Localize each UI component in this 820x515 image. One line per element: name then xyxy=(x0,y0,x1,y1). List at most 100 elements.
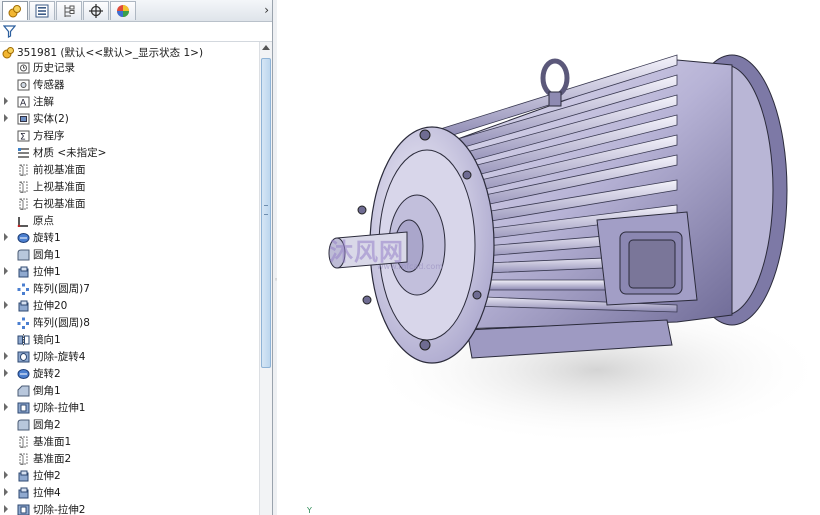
tree-item[interactable]: 圆角2 xyxy=(0,417,258,433)
tree-item[interactable]: 基准面1 xyxy=(0,434,258,450)
expand-arrow-icon[interactable] xyxy=(4,488,8,496)
tree-item[interactable]: 拉伸4 xyxy=(0,485,258,501)
tree-item-label: 拉伸20 xyxy=(33,300,68,312)
expand-arrow-icon[interactable] xyxy=(4,97,8,105)
dimxpert-icon xyxy=(89,4,103,18)
tree-item[interactable]: 传感器 xyxy=(0,77,258,93)
expand-arrow-icon[interactable] xyxy=(4,233,8,241)
tree-item-label: 基准面2 xyxy=(33,453,72,465)
tree-root-part[interactable]: 351981 (默认<<默认>_显示状态 1>) xyxy=(2,44,203,60)
tree-item[interactable]: 旋转2 xyxy=(0,366,258,382)
tree-item[interactable]: 拉伸20 xyxy=(0,298,258,314)
circular-pattern-icon xyxy=(17,283,29,295)
tree-scrollbar[interactable] xyxy=(259,42,272,515)
feature-tree: 351981 (默认<<默认>_显示状态 1>) 历史记录传感器 A 注解实体(2)… xyxy=(0,42,259,515)
history-icon xyxy=(17,62,30,74)
expand-arrow-icon[interactable] xyxy=(4,471,8,479)
cut-extrude-icon xyxy=(17,504,30,515)
extrude-icon xyxy=(18,470,29,482)
tree-item-label: 镜向1 xyxy=(33,334,61,346)
tree-item[interactable]: 前视基准面 xyxy=(0,162,258,178)
tree-item-label: 阵列(圆周)7 xyxy=(33,283,90,295)
graphics-viewport[interactable]: 沐风网 www.mfcad.com Y xyxy=(277,0,820,515)
tree-item[interactable]: 历史记录 xyxy=(0,60,258,76)
tree-item[interactable]: 材质 <未指定> xyxy=(0,145,258,161)
tree-item-label: 切除-旋转4 xyxy=(33,351,86,363)
tree-item[interactable]: 旋转1 xyxy=(0,230,258,246)
plane-icon xyxy=(19,453,28,465)
configuration-manager-icon xyxy=(64,5,75,17)
tree-item-label: 拉伸1 xyxy=(33,266,61,278)
tab-dimxpert[interactable] xyxy=(83,1,109,20)
extrude-icon xyxy=(18,487,29,499)
cut-extrude-icon xyxy=(17,402,30,414)
tree-item-label: 旋转2 xyxy=(33,368,61,380)
tree-item[interactable]: 原点 xyxy=(0,213,258,229)
circular-pattern-icon xyxy=(17,317,29,329)
filter-icon[interactable] xyxy=(3,25,16,38)
tree-filter-bar xyxy=(0,22,272,42)
tree-item-label: 传感器 xyxy=(33,79,65,91)
tree-item[interactable]: 圆角1 xyxy=(0,247,258,263)
tree-item-label: 切除-拉伸2 xyxy=(33,504,86,515)
tree-item[interactable]: 上视基准面 xyxy=(0,179,258,195)
tree-item-label: 基准面1 xyxy=(33,436,72,448)
property-manager-icon xyxy=(35,4,49,18)
scrollbar-thumb[interactable] xyxy=(261,58,271,368)
tree-item-label: 实体(2) xyxy=(33,113,69,125)
expand-arrow-icon[interactable] xyxy=(4,267,8,275)
tree-item[interactable]: 倒角1 xyxy=(0,383,258,399)
tree-item-label: 圆角2 xyxy=(33,419,61,431)
tree-item[interactable]: A 注解 xyxy=(0,94,258,110)
tab-configuration-manager[interactable] xyxy=(56,1,82,20)
tree-item[interactable]: 基准面2 xyxy=(0,451,258,467)
tree-item[interactable]: 拉伸1 xyxy=(0,264,258,280)
tree-item[interactable]: 实体(2) xyxy=(0,111,258,127)
extrude-icon xyxy=(18,300,29,312)
revolve-icon xyxy=(17,369,30,379)
revolve-icon xyxy=(17,233,30,243)
tree-item[interactable]: 阵列(圆周)8 xyxy=(0,315,258,331)
tree-item[interactable]: Σ 方程序 xyxy=(0,128,258,144)
expand-arrow-icon[interactable] xyxy=(4,352,8,360)
tree-item[interactable]: 切除-拉伸2 xyxy=(0,502,258,515)
equation-icon: Σ xyxy=(17,130,30,142)
cut-revolve-icon xyxy=(17,351,30,363)
watermark-url: www.mfcad.com xyxy=(377,262,444,271)
mirror-icon xyxy=(17,334,30,346)
tree-item[interactable]: 阵列(圆周)7 xyxy=(0,281,258,297)
sensor-icon xyxy=(17,79,30,91)
tab-feature-manager[interactable] xyxy=(2,1,28,20)
expand-arrow-icon[interactable] xyxy=(4,114,8,122)
tree-item-label: 切除-拉伸1 xyxy=(33,402,86,414)
tree-root-label: 351981 (默认<<默认>_显示状态 1>) xyxy=(17,46,204,59)
origin-icon xyxy=(17,217,28,227)
fillet-icon xyxy=(17,419,30,431)
tree-item-label: 拉伸2 xyxy=(33,470,61,482)
expand-arrow-icon[interactable] xyxy=(4,505,8,513)
material-icon xyxy=(18,148,29,158)
tree-item[interactable]: 右视基准面 xyxy=(0,196,258,212)
expand-arrow-icon[interactable] xyxy=(4,301,8,309)
tree-item-label: 倒角1 xyxy=(33,385,61,397)
fillet-icon xyxy=(17,249,30,261)
plane-icon xyxy=(19,436,28,448)
annotation-icon: A xyxy=(17,96,30,108)
more-tabs-chevron-icon[interactable]: › xyxy=(264,3,269,17)
tree-item-label: 圆角1 xyxy=(33,249,61,261)
tree-item-label: 历史记录 xyxy=(33,62,75,74)
tree-item[interactable]: 镜向1 xyxy=(0,332,258,348)
tree-item-label: 方程序 xyxy=(33,130,65,142)
tree-item-label: 阵列(圆周)8 xyxy=(33,317,90,329)
tree-item[interactable]: 拉伸2 xyxy=(0,468,258,484)
expand-arrow-icon[interactable] xyxy=(4,369,8,377)
tree-item[interactable]: 切除-旋转4 xyxy=(0,349,258,365)
tree-item-label: 前视基准面 xyxy=(33,164,86,176)
svg-text:A: A xyxy=(20,99,27,109)
expand-arrow-icon[interactable] xyxy=(4,403,8,411)
tree-item[interactable]: 切除-拉伸1 xyxy=(0,400,258,416)
tab-display-manager[interactable] xyxy=(110,1,136,20)
tab-property-manager[interactable] xyxy=(29,1,55,20)
scroll-up-arrow-icon[interactable] xyxy=(262,45,270,50)
tree-item-label: 上视基准面 xyxy=(33,181,86,193)
